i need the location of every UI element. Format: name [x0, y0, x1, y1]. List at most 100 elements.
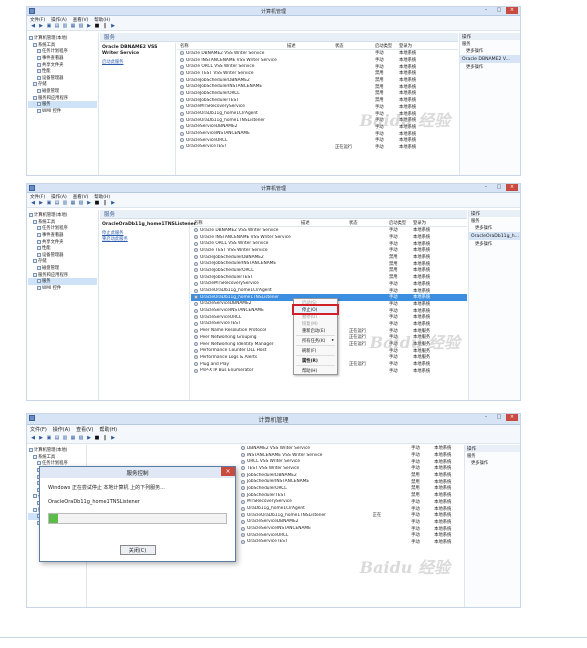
tree-item[interactable]: 性能 [28, 68, 97, 75]
more-actions-link[interactable]: 更多操作 [465, 459, 520, 466]
table-row[interactable]: OracleServiceINSTANCENAME 手动 本地系统 [177, 130, 458, 137]
start-service-link[interactable]: 启动此服务 [102, 60, 173, 66]
up-icon[interactable]: ▣ [46, 24, 52, 29]
close-button[interactable]: × [506, 414, 518, 421]
more-actions-link-2[interactable]: 更多操作 [469, 240, 520, 247]
column-header-status[interactable]: 状态 [335, 43, 375, 49]
table-row[interactable]: DBNAME2 VSS Writer Service 手动 本地系统 [238, 445, 463, 452]
refresh-icon[interactable]: ▥ [62, 24, 68, 29]
table-row[interactable]: OracleJobSchedulerINSTANCENAME 禁用 本地系统 [177, 83, 458, 90]
context-menu-item[interactable]: 停止(O) [292, 304, 339, 315]
table-row[interactable]: OracleServiceINSTANCENAME 手动 本地系统 [238, 525, 463, 532]
tree-item[interactable]: 服务和应用程序 [28, 94, 97, 101]
menu-file[interactable]: 文件(F) [30, 17, 45, 23]
menu-file[interactable]: 文件(F) [30, 194, 45, 200]
table-row[interactable]: Oracle DBNAME2 VSS Writer Service 手动 本地系统 [177, 50, 458, 57]
tree-item[interactable]: 存储 [28, 81, 97, 88]
menu-help[interactable]: 帮助(H) [99, 426, 117, 433]
restart-icon[interactable]: ▶ [110, 436, 116, 441]
table-row[interactable]: INSTANCENAME VSS Writer Service 手动 本地系统 [238, 452, 463, 459]
actions-services-label[interactable]: 服务 [460, 40, 520, 47]
table-row[interactable]: OracleOraDb11g_home1ClrAgent 手动 本地系统 [191, 287, 467, 294]
table-row[interactable]: JobSchedulerDBNAME2 禁用 本地系统 [238, 472, 463, 479]
minimize-button[interactable]: – [480, 7, 492, 14]
help-icon[interactable]: ▧ [78, 436, 84, 441]
actions-services-label[interactable]: 服务 [465, 452, 520, 459]
table-row[interactable]: OracleMTSRecoveryService 手动 本地系统 [191, 281, 467, 288]
table-row[interactable]: Oracle ORCL VSS Writer Service 手动 本地系统 [177, 63, 458, 70]
tree-item[interactable]: WMI 控件 [28, 285, 97, 292]
pause-icon[interactable]: ‖ [102, 24, 108, 29]
table-row[interactable]: OracleJobSchedulerTEST 禁用 本地系统 [191, 274, 467, 281]
column-header-desc[interactable]: 描述 [287, 43, 335, 49]
help-icon[interactable]: ▧ [78, 201, 84, 206]
forward-icon[interactable]: ▶ [38, 201, 44, 206]
forward-icon[interactable]: ▶ [38, 436, 44, 441]
dialog-close-button[interactable]: 关闭(C) [119, 545, 156, 555]
column-header-desc[interactable]: 描述 [301, 220, 349, 226]
restart-icon[interactable]: ▶ [110, 201, 116, 206]
menu-action[interactable]: 操作(A) [51, 17, 67, 23]
tree-item[interactable]: 系统工具 [28, 42, 97, 49]
tree-item[interactable]: 性能 [28, 245, 97, 252]
refresh-icon[interactable]: ▥ [62, 201, 68, 206]
tree-item[interactable]: 系统工具 [28, 454, 85, 461]
restart-service-link[interactable]: 重启动此服务 [102, 237, 187, 243]
maximize-button[interactable]: □ [493, 184, 505, 191]
tree-item[interactable]: 设备管理器 [28, 252, 97, 259]
play-icon[interactable]: ▶ [86, 436, 92, 441]
back-icon[interactable]: ◀ [30, 201, 36, 206]
menu-view[interactable]: 查看(V) [76, 426, 93, 433]
stop-icon[interactable]: ■ [94, 201, 100, 206]
context-menu-item[interactable]: 所有任务(K) ▸ [294, 337, 337, 344]
column-header-startup[interactable]: 启动类型 [389, 220, 413, 226]
up-icon[interactable]: ▣ [46, 436, 52, 441]
menu-help[interactable]: 帮助(H) [94, 194, 110, 200]
back-icon[interactable]: ◀ [30, 24, 36, 29]
maximize-button[interactable]: □ [493, 414, 505, 421]
context-menu-item[interactable]: 帮助(H) [294, 367, 337, 374]
refresh-icon[interactable]: ▥ [62, 436, 68, 441]
column-header-name[interactable]: 名称 [177, 43, 287, 49]
menu-view[interactable]: 查看(V) [73, 17, 89, 23]
table-row[interactable]: OracleServiceTEST 正在运行 手动 本地系统 [177, 144, 458, 151]
menu-action[interactable]: 操作(A) [51, 194, 67, 200]
table-row[interactable]: OracleJobSchedulerINSTANCENAME 禁用 本地系统 [191, 260, 467, 267]
table-row[interactable]: MTSRecoveryService 手动 本地系统 [238, 499, 463, 506]
table-row[interactable]: OracleServiceORCL 手动 本地系统 [177, 137, 458, 144]
more-actions-link-2[interactable]: 更多操作 [460, 63, 520, 70]
table-row[interactable]: JobSchedulerORCL 禁用 本地系统 [238, 485, 463, 492]
maximize-button[interactable]: □ [493, 7, 505, 14]
context-menu-item[interactable]: 刷新(F) [294, 347, 337, 354]
actions-services-label[interactable]: 服务 [469, 217, 520, 224]
table-row[interactable]: OracleServiceORCL 手动 本地系统 [238, 532, 463, 539]
context-menu-item[interactable]: 属性(R) [294, 357, 337, 364]
menu-view[interactable]: 查看(V) [73, 194, 89, 200]
context-menu-item[interactable]: 重新启动(E) [294, 327, 337, 334]
menu-help[interactable]: 帮助(H) [94, 17, 110, 23]
help-icon[interactable]: ▧ [78, 24, 84, 29]
table-row[interactable]: JobSchedulerTEST 禁用 本地系统 [238, 492, 463, 499]
play-icon[interactable]: ▶ [86, 201, 92, 206]
more-actions-link[interactable]: 更多操作 [469, 224, 520, 231]
tree-item[interactable]: 共享文件夹 [28, 61, 97, 68]
restart-icon[interactable]: ▶ [110, 24, 116, 29]
tree-item[interactable]: 设备管理器 [28, 75, 97, 82]
table-row[interactable]: TEST VSS Writer Service 手动 本地系统 [238, 465, 463, 472]
tree-item[interactable]: 任务计划程序 [28, 48, 97, 55]
tree-item[interactable]: WMI 控件 [28, 108, 97, 115]
table-row[interactable]: OracleJobSchedulerORCL 禁用 本地系统 [191, 267, 467, 274]
table-row[interactable]: Oracle ORCL VSS Writer Service 手动 本地系统 [191, 240, 467, 247]
tree-item[interactable]: 计算机管理(本地) [28, 212, 97, 219]
export-icon[interactable]: ▦ [70, 24, 76, 29]
up-icon[interactable]: ▣ [46, 201, 52, 206]
table-row[interactable]: OraDb11g_home1ClrAgent 手动 本地系统 [238, 505, 463, 512]
pause-icon[interactable]: ‖ [102, 436, 108, 441]
export-icon[interactable]: ▦ [70, 201, 76, 206]
tree-item[interactable]: 服务 [28, 277, 97, 285]
tree-item[interactable]: 磁盘管理 [28, 265, 97, 272]
close-button[interactable]: × [506, 184, 518, 191]
tree-item[interactable]: 存储 [28, 258, 97, 265]
menu-action[interactable]: 操作(A) [53, 426, 70, 433]
column-header-startup[interactable]: 启动类型 [375, 43, 399, 49]
